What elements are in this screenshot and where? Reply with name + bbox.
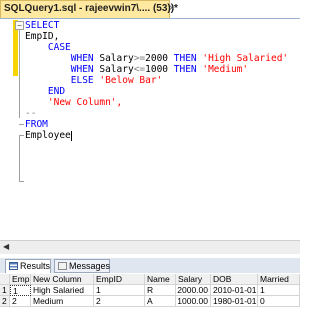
grid-cell[interactable]: 1 <box>94 285 145 296</box>
code-token: Employee <box>25 130 71 141</box>
column-header[interactable]: New Column <box>31 274 94 285</box>
code-token: <= <box>133 64 146 75</box>
code-token: Salary <box>99 64 134 75</box>
column-header[interactable]: DOB <box>211 274 258 285</box>
messages-icon <box>58 262 67 270</box>
code-token: >= <box>133 53 146 64</box>
code-line[interactable]: Employee <box>25 130 72 141</box>
code-line[interactable]: 'New Column', <box>25 97 122 108</box>
code-token: FROM <box>25 119 48 130</box>
editor-margin: − <box>0 19 24 240</box>
text-cursor <box>70 130 72 141</box>
collapse-select-icon[interactable]: − <box>15 21 24 30</box>
column-header[interactable]: Name <box>145 274 176 285</box>
grid-icon <box>9 262 18 270</box>
code-token: 'New Column', <box>25 97 123 108</box>
code-token: -- <box>25 108 37 119</box>
code-token: 2000 <box>145 53 174 64</box>
grid-corner <box>0 274 10 285</box>
results-tab-bar: Results Messages <box>0 258 300 273</box>
column-header[interactable]: Salary <box>176 274 211 285</box>
close-icon[interactable]: × <box>169 3 175 14</box>
code-token: END <box>25 86 66 97</box>
code-token: 'Medium' <box>202 64 249 75</box>
code-token: ELSE <box>25 75 100 86</box>
scroll-left-arrow-icon[interactable]: ◀ <box>3 242 9 251</box>
code-token: 'Below Bar' <box>99 75 163 86</box>
grid-cell[interactable]: 1980-01-01 <box>211 296 258 307</box>
code-token: WHEN <box>25 53 100 64</box>
grid-cell[interactable]: A <box>145 296 176 307</box>
code-token: WHEN <box>25 64 100 75</box>
code-line[interactable]: CASE <box>25 42 71 53</box>
grid-cell[interactable]: 1000.00 <box>176 296 211 307</box>
table-row[interactable]: 2 2 Medium 2 A 1000.00 1980-01-01 0 <box>0 296 300 307</box>
code-line[interactable]: SELECT <box>25 20 59 31</box>
code-token: CASE <box>25 42 71 53</box>
grid-cell[interactable]: 1 <box>10 285 31 296</box>
grid-cell[interactable]: 2 <box>94 296 145 307</box>
row-number[interactable]: 1 <box>0 285 10 296</box>
grid-cell[interactable]: 2 <box>10 296 31 307</box>
column-header[interactable]: Married <box>258 274 300 285</box>
column-header[interactable]: EmpID <box>94 274 145 285</box>
document-tab-title: SQLQuery1.sql - rajeevwin7\.... (53))* <box>4 3 178 14</box>
code-line[interactable]: END <box>25 86 65 97</box>
code-token: SELECT <box>25 20 60 31</box>
code-line[interactable]: ELSE 'Below Bar' <box>25 75 163 86</box>
document-tab[interactable]: SQLQuery1.sql - rajeevwin7\.... (53))* <box>0 0 178 18</box>
outline-tick <box>19 181 24 182</box>
grid-cell[interactable]: 0 <box>258 296 300 307</box>
code-line[interactable]: FROM <box>25 119 48 130</box>
code-token: Salary <box>99 53 134 64</box>
grid-cell[interactable]: 2000.00 <box>176 285 211 296</box>
code-line[interactable]: WHEN Salary<=1000 THEN 'Medium' <box>25 64 248 75</box>
tab-messages[interactable]: Messages <box>54 259 110 273</box>
code-token: 1000 <box>145 64 174 75</box>
tab-results-label: Results <box>20 261 51 271</box>
tab-results[interactable]: Results <box>5 259 51 273</box>
code-token: THEN <box>173 64 203 75</box>
code-line[interactable]: EmpID, <box>25 31 59 42</box>
horizontal-scrollbar[interactable]: ◀ <box>0 240 300 254</box>
query-editor[interactable]: − SELECT EmpID, CASE WHEN Salary>=2000 TH… <box>0 18 300 240</box>
row-number[interactable]: 2 <box>0 296 10 307</box>
grid-cell[interactable]: Medium <box>31 296 94 307</box>
code-token: EmpID, <box>25 31 60 42</box>
table-row[interactable]: 1 1 High Salaried 1 R 2000.00 2010-01-01 1 <box>0 285 300 296</box>
grid-cell[interactable]: High Salaried <box>31 285 94 296</box>
outline-line <box>19 30 20 118</box>
grid-cell[interactable]: 1 <box>258 285 300 296</box>
grid-cell[interactable]: 2010-01-01 <box>211 285 258 296</box>
code-token: THEN <box>173 53 203 64</box>
grid-header-row: EmpIDNew ColumnEmpIDNameSalaryDOBMarried <box>0 274 300 285</box>
outline-line <box>19 136 20 181</box>
tab-messages-label: Messages <box>69 261 111 271</box>
code-line[interactable]: WHEN Salary>=2000 THEN 'High Salaried' <box>25 53 288 64</box>
code-line[interactable]: -- <box>25 108 36 119</box>
document-tab-bar: SQLQuery1.sql - rajeevwin7\.... (53))* × <box>0 0 300 18</box>
column-header[interactable]: EmpID <box>10 274 31 285</box>
code-token: 'High Salaried' <box>202 53 289 64</box>
grid-cell[interactable]: R <box>145 285 176 296</box>
outline-tick <box>19 124 24 125</box>
